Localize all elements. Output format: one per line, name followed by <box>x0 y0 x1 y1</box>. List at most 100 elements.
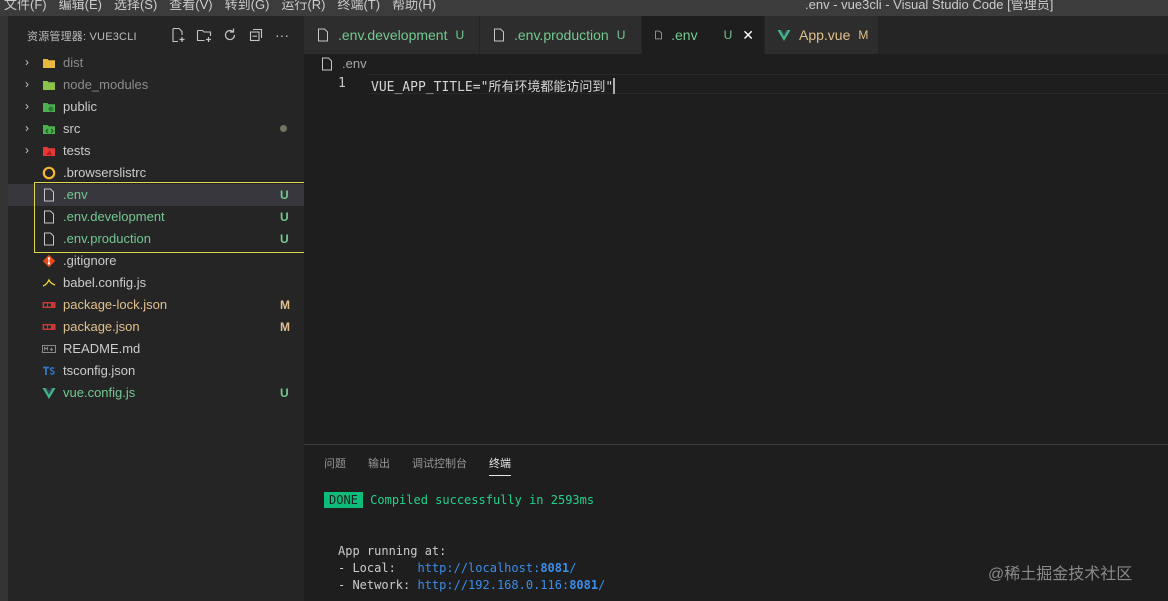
new-folder-icon[interactable] <box>194 25 214 45</box>
menu-terminal[interactable]: 终端(T) <box>333 0 388 13</box>
public-folder-icon <box>43 103 55 112</box>
network-url-suffix[interactable]: / <box>598 578 605 592</box>
chevron-right-icon: › <box>25 143 29 157</box>
breadcrumb: .env <box>320 56 367 71</box>
git-icon <box>42 254 56 268</box>
file-icon <box>494 28 504 42</box>
tree-item-gitignore[interactable]: .gitignore <box>8 250 304 272</box>
untracked-badge: U <box>280 210 289 224</box>
breadcrumb-item[interactable]: .env <box>342 56 367 71</box>
code-text[interactable]: VUE_APP_TITLE="所有环境都能访问到" <box>371 76 616 95</box>
tab-env[interactable]: .env U ✕ <box>642 16 765 54</box>
tree-item-env-production[interactable]: .env.production U <box>8 228 304 250</box>
modified-badge: M <box>858 28 869 42</box>
tree-item-label: .browserslistrc <box>63 165 147 180</box>
vue-icon <box>42 388 56 399</box>
chevron-right-icon: › <box>25 99 29 113</box>
tree-item-package-lock[interactable]: package-lock.json M <box>8 294 304 316</box>
menu-edit[interactable]: 编辑(E) <box>55 0 110 13</box>
tree-item-label: .env <box>63 187 88 202</box>
tree-item-label: tests <box>63 143 91 158</box>
text-cursor <box>613 78 616 94</box>
vue-icon <box>777 30 791 41</box>
tree-item-label: node_modules <box>63 77 149 92</box>
terminal-line-compiled: DONE Compiled successfully in 2593ms <box>324 492 594 508</box>
menu-view[interactable]: 查看(V) <box>165 0 220 13</box>
tree-item-babel-config[interactable]: babel.config.js <box>8 272 304 294</box>
line-number: 1 <box>338 76 346 91</box>
terminal-line-local: - Local: http://localhost:8081/ <box>338 561 576 575</box>
tree-item-vue-config[interactable]: vue.config.js U <box>8 382 304 404</box>
done-badge: DONE <box>324 492 363 508</box>
src-folder-icon <box>43 125 55 134</box>
babel-icon <box>42 278 56 287</box>
tree-item-label: public <box>63 99 97 114</box>
tab-terminal[interactable]: 终端 <box>489 455 511 476</box>
local-url-prefix[interactable]: http://localhost: <box>417 561 540 575</box>
tree-item-label: package-lock.json <box>63 297 168 312</box>
tab-label: .env.development <box>338 27 448 43</box>
collapse-all-icon[interactable] <box>246 25 266 45</box>
file-icon <box>655 30 662 40</box>
code-content: VUE_APP_TITLE="所有环境都能访问到" <box>371 80 614 95</box>
window-title: .env - vue3cli - Visual Studio Code [管理员… <box>805 0 1054 12</box>
tree-item-readme[interactable]: README.md <box>8 338 304 360</box>
menu-file[interactable]: 文件(F) <box>0 0 55 13</box>
npm-icon <box>42 324 56 330</box>
tab-label: App.vue <box>799 27 851 43</box>
modified-badge: M <box>280 298 290 312</box>
tree-item-browserslistrc[interactable]: .browserslistrc <box>8 162 304 184</box>
menu-go[interactable]: 转到(G) <box>221 0 278 13</box>
tab-app-vue[interactable]: App.vue M <box>765 16 879 54</box>
tree-item-label: .env.production <box>63 231 151 246</box>
explorer-sidebar: 资源管理器: VUE3CLI ··· › dist › node_modules… <box>8 16 306 601</box>
terminal-line-network: - Network: http://192.168.0.116:8081/ <box>338 578 605 592</box>
explorer-header: 资源管理器: VUE3CLI ··· <box>8 16 304 52</box>
tab-label: .env <box>671 27 698 43</box>
untracked-badge: U <box>616 28 626 42</box>
close-icon[interactable]: ✕ <box>742 27 754 44</box>
code-line[interactable]: 1 VUE_APP_TITLE="所有环境都能访问到" <box>304 74 1168 95</box>
tab-debug-console[interactable]: 调试控制台 <box>412 455 467 476</box>
more-icon[interactable]: ··· <box>272 25 292 45</box>
network-port[interactable]: 8081 <box>569 578 598 592</box>
menu-run[interactable]: 运行(R) <box>277 0 333 13</box>
modified-dot <box>280 125 287 132</box>
node-folder-icon <box>43 81 55 90</box>
tree-item-env-development[interactable]: .env.development U <box>8 206 304 228</box>
tab-output[interactable]: 输出 <box>368 455 390 476</box>
tree-item-label: src <box>63 121 81 136</box>
terminal-line-running: App running at: <box>338 544 447 558</box>
watermark: @稀土掘金技术社区 <box>988 566 1133 583</box>
tree-item-public[interactable]: › public <box>8 96 304 118</box>
tree-item-package-json[interactable]: package.json M <box>8 316 304 338</box>
readme-icon <box>42 345 56 353</box>
tree-item-dist[interactable]: › dist <box>8 52 304 74</box>
editor-area[interactable]: .env 1 VUE_APP_TITLE="所有环境都能访问到" <box>304 54 1168 444</box>
typescript-icon <box>43 366 55 375</box>
refresh-icon[interactable] <box>220 25 240 45</box>
explorer-title: 资源管理器: VUE3CLI <box>27 31 137 43</box>
tab-problems[interactable]: 问题 <box>324 455 346 476</box>
explorer-actions: ··· <box>168 25 292 45</box>
menu-selection[interactable]: 选择(S) <box>110 0 165 13</box>
untracked-badge: U <box>455 28 465 42</box>
network-label: - Network: <box>338 578 418 592</box>
tree-item-env[interactable]: .env U <box>8 184 304 206</box>
local-port[interactable]: 8081 <box>540 561 569 575</box>
local-url-suffix[interactable]: / <box>569 561 576 575</box>
tree-item-tests[interactable]: › tests <box>8 140 304 162</box>
new-file-icon[interactable] <box>168 25 188 45</box>
dist-folder-icon <box>43 59 55 68</box>
editor-tabs: .env.development U .env.production U .en… <box>304 16 1168 54</box>
tab-label: .env.production <box>514 27 609 43</box>
tab-env-production[interactable]: .env.production U <box>480 16 642 54</box>
network-url-prefix[interactable]: http://192.168.0.116: <box>417 578 569 592</box>
tree-item-src[interactable]: › src <box>8 118 304 140</box>
panel-tabs: 问题 输出 调试控制台 终端 <box>324 455 511 476</box>
tab-env-development[interactable]: .env.development U <box>304 16 480 54</box>
tree-item-tsconfig[interactable]: tsconfig.json <box>8 360 304 382</box>
menu-help[interactable]: 帮助(H) <box>388 0 444 13</box>
file-icon <box>318 28 328 42</box>
tree-item-node-modules[interactable]: › node_modules <box>8 74 304 96</box>
